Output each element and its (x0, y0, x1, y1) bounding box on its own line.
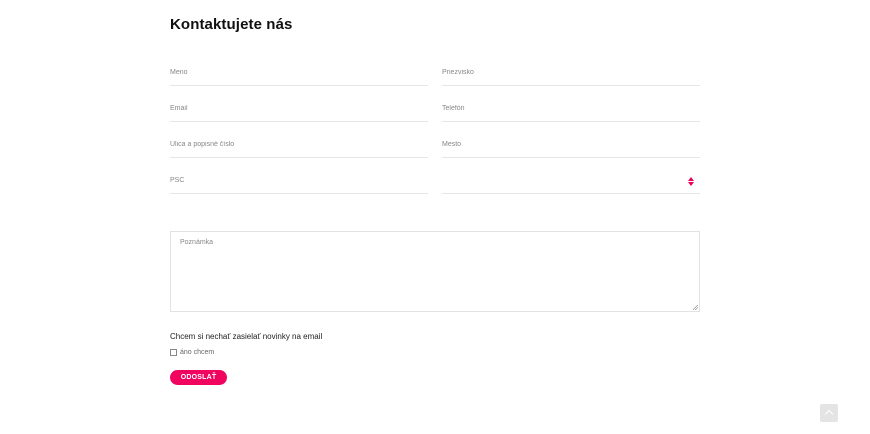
city-field[interactable] (442, 135, 700, 158)
street-input[interactable] (170, 135, 428, 153)
note-field[interactable] (170, 231, 700, 312)
newsletter-label: Chcem si nechať zasielať novinky na emai… (170, 332, 323, 341)
newsletter-checkbox[interactable] (170, 348, 177, 356)
arrow-up-icon (688, 177, 694, 181)
page-title: Kontaktujete nás (170, 16, 293, 33)
zip-input[interactable] (170, 171, 428, 189)
contact-page: Kontaktujete nás Chcem si nechať zasiela… (0, 0, 870, 434)
scroll-to-top-button[interactable] (820, 404, 838, 422)
country-select[interactable] (442, 171, 700, 194)
first-name-input[interactable] (170, 63, 428, 81)
chevron-up-icon (824, 409, 834, 419)
last-name-input[interactable] (442, 63, 700, 81)
email-input[interactable] (170, 99, 428, 117)
resize-grip-icon[interactable] (693, 305, 698, 310)
submit-button[interactable]: ODOSLAŤ (170, 370, 227, 385)
arrow-down-icon (688, 182, 694, 186)
select-arrows-icon[interactable] (687, 177, 695, 187)
city-input[interactable] (442, 135, 700, 153)
street-field[interactable] (170, 135, 428, 158)
note-textarea[interactable] (171, 232, 699, 311)
phone-input[interactable] (442, 99, 700, 117)
newsletter-option-label[interactable]: áno chcem (180, 349, 214, 356)
first-name-field[interactable] (170, 63, 428, 86)
email-field[interactable] (170, 99, 428, 122)
phone-field[interactable] (442, 99, 700, 122)
last-name-field[interactable] (442, 63, 700, 86)
newsletter-option[interactable]: áno chcem (170, 347, 214, 357)
zip-field[interactable] (170, 171, 428, 194)
